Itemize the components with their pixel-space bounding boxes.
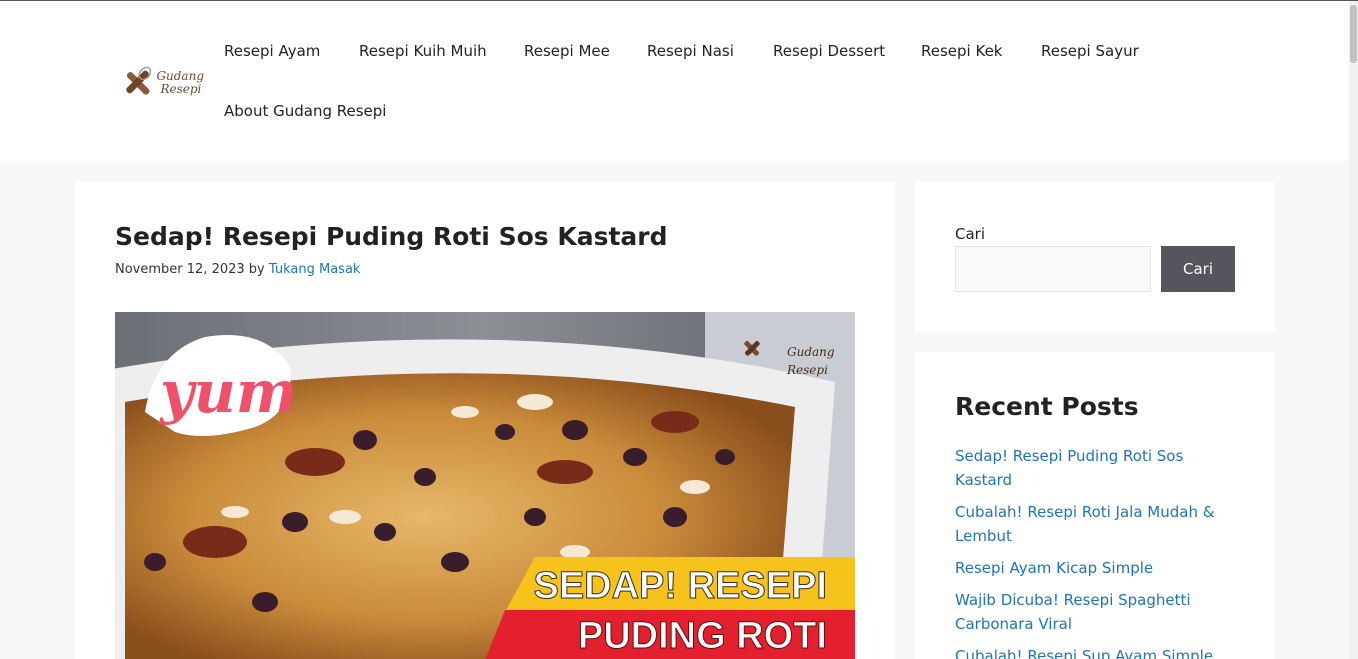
logo-text: Gudang Resepi [156, 70, 204, 96]
post-article: Sedap! Resepi Puding Roti Sos Kastard No… [75, 182, 895, 659]
featured-image: yum Gudang Resepi SEDAP! RESEPI PUDING R… [115, 312, 855, 659]
recent-posts-widget: Recent Posts Sedap! Resepi Puding Roti S… [915, 352, 1275, 659]
site-logo[interactable]: Gudang Resepi [120, 61, 204, 105]
logo-text-line2: Resepi [160, 82, 202, 96]
nav-item-resepi-mee[interactable]: Resepi Mee [524, 42, 610, 60]
image-banner-line2: PUDING ROTI [578, 615, 827, 657]
search-button[interactable]: Cari [1161, 246, 1235, 292]
featured-image-art: yum Gudang Resepi SEDAP! RESEPI PUDING R… [115, 312, 855, 659]
svg-text:Resepi: Resepi [786, 363, 828, 377]
nav-item-resepi-kuih-muih[interactable]: Resepi Kuih Muih [359, 42, 487, 60]
nav-item-resepi-nasi[interactable]: Resepi Nasi [647, 42, 734, 60]
yum-sticker: yum [158, 358, 297, 426]
rolling-pin-whisk-icon [126, 66, 152, 95]
nav-item-resepi-dessert[interactable]: Resepi Dessert [773, 42, 885, 60]
post-title: Sedap! Resepi Puding Roti Sos Kastard [115, 222, 668, 251]
recent-post-link[interactable]: Resepi Ayam Kicap Simple [955, 556, 1245, 580]
recent-posts-list: Sedap! Resepi Puding Roti Sos Kastard Cu… [955, 444, 1245, 659]
recent-post-link[interactable]: Cubalah! Resepi Roti Jala Mudah & Lembut [955, 500, 1245, 548]
recent-post-link[interactable]: Sedap! Resepi Puding Roti Sos Kastard [955, 444, 1245, 492]
nav-item-resepi-ayam[interactable]: Resepi Ayam [224, 42, 320, 60]
recent-posts-title: Recent Posts [955, 392, 1139, 421]
search-widget: Cari Cari [915, 182, 1275, 332]
post-by: by [248, 262, 265, 277]
scrollbar-thumb[interactable] [1350, 5, 1357, 63]
nav-item-resepi-kek[interactable]: Resepi Kek [921, 42, 1002, 60]
svg-text:Gudang: Gudang [787, 345, 835, 359]
post-meta: November 12, 2023 by Tukang Masak [115, 262, 360, 277]
post-date: November 12, 2023 [115, 262, 245, 277]
image-banner-line1: SEDAP! RESEPI [533, 565, 827, 607]
page-scrollbar[interactable] [1349, 1, 1358, 659]
post-author-link[interactable]: Tukang Masak [269, 262, 361, 277]
recent-post-link[interactable]: Cubalah! Resepi Sup Ayam Simple [955, 644, 1245, 659]
search-input[interactable] [955, 246, 1151, 292]
site-header: Gudang Resepi Resepi Ayam Resepi Kuih Mu… [0, 1, 1349, 161]
nav-item-about[interactable]: About Gudang Resepi [224, 102, 386, 120]
recent-post-link[interactable]: Wajib Dicuba! Resepi Spaghetti Carbonara… [955, 588, 1245, 636]
nav-item-resepi-sayur[interactable]: Resepi Sayur [1041, 42, 1139, 60]
search-label: Cari [955, 225, 985, 243]
